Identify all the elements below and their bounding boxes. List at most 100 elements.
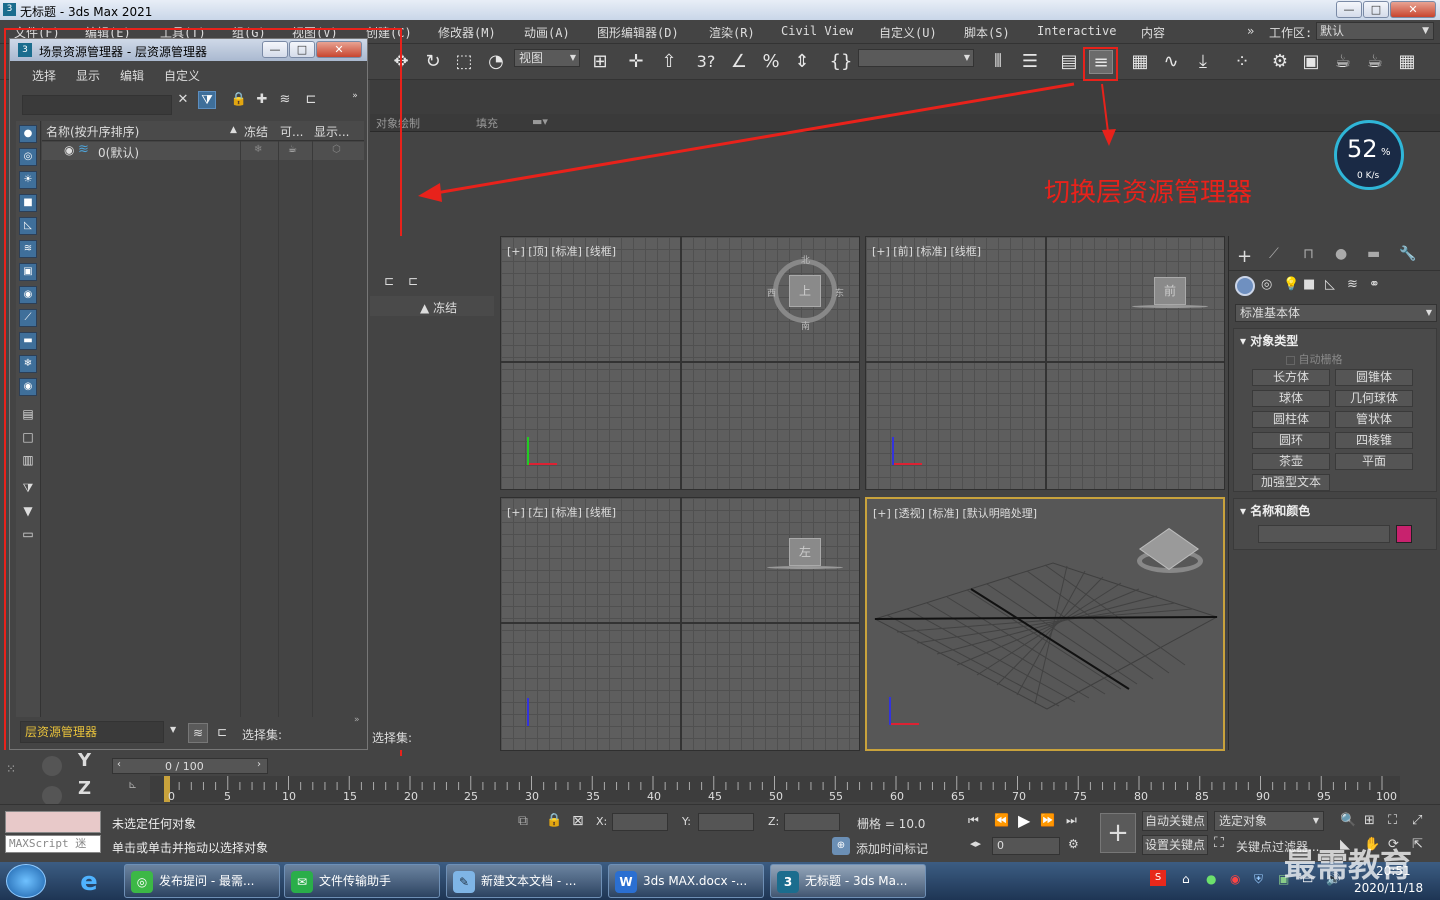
explorer-menu-edit[interactable]: 编辑: [120, 67, 144, 84]
spacewarps-icon[interactable]: ≋: [1347, 277, 1358, 292]
chevron-right-icon[interactable]: »: [1247, 24, 1254, 38]
filter-xrefs-icon[interactable]: ◉: [19, 286, 37, 304]
play-icon[interactable]: ▶: [1018, 811, 1030, 830]
viewport-perspective[interactable]: [+] [透视] [标准] [默认明暗处理]: [865, 497, 1225, 751]
name-color-title[interactable]: ▾ 名称和颜色: [1240, 502, 1310, 519]
isolate-icon[interactable]: ⧉: [518, 813, 528, 829]
utilities-tab-icon[interactable]: 🔧: [1399, 246, 1416, 262]
menu-graph-editors[interactable]: 图形编辑器(D): [597, 24, 679, 41]
teapot-button[interactable]: 茶壶: [1252, 453, 1330, 470]
explorer-close-button[interactable]: ✕: [316, 41, 362, 58]
maxscript-listener-input[interactable]: [5, 811, 101, 833]
absolute-mode-icon[interactable]: ⊠: [572, 813, 584, 829]
curve-editor-icon[interactable]: ∿: [1159, 50, 1183, 74]
time-config-icon[interactable]: ⚙: [1068, 837, 1079, 851]
explorer-menu-display[interactable]: 显示: [76, 67, 100, 84]
schematic-view-icon[interactable]: ⤓: [1191, 50, 1215, 74]
zoom-extents-icon[interactable]: ⛶: [1388, 813, 1397, 828]
viewport-label[interactable]: [+] [前] [标准] [线框]: [872, 243, 981, 259]
layer-name[interactable]: 0(默认): [98, 144, 139, 161]
explorer-search-input[interactable]: [22, 95, 172, 115]
sogou-ime-icon[interactable]: S: [1150, 870, 1166, 886]
menu-rendering[interactable]: 渲染(R): [709, 24, 755, 41]
render-setup-icon[interactable]: ⚙: [1268, 50, 1292, 74]
render-production-icon[interactable]: ☕: [1363, 50, 1387, 74]
explorer-menu-select[interactable]: 选择: [32, 67, 56, 84]
viewcube[interactable]: 上: [789, 275, 821, 307]
hierarchy-icon[interactable]: ⊏: [302, 91, 320, 109]
filter-helpers-icon[interactable]: ◺: [19, 217, 37, 235]
scale-icon[interactable]: ⬚: [452, 50, 476, 74]
explorer-minimize-button[interactable]: —: [262, 41, 288, 58]
tray-wechat-icon[interactable]: ●: [1206, 872, 1216, 886]
layout-dots-icon[interactable]: ⁙: [6, 762, 16, 776]
zoom-icon[interactable]: 🔍: [1340, 813, 1356, 828]
sphere-button[interactable]: 球体: [1252, 390, 1330, 407]
more-chevron-icon[interactable]: »: [354, 715, 360, 725]
render-online-icon[interactable]: ▦: [1395, 50, 1419, 74]
key-mode-icon[interactable]: ◂▸: [970, 837, 981, 850]
viewport-nav-icon[interactable]: [42, 756, 62, 776]
ribbon-icon[interactable]: ▦: [1128, 50, 1152, 74]
place-icon[interactable]: ◔: [484, 50, 508, 74]
next-frame-icon[interactable]: ⏩: [1040, 813, 1055, 827]
taskbar-item-wechat[interactable]: ✉ 文件传输助手: [284, 864, 440, 898]
scene-hierarchy-icon[interactable]: ⊏: [212, 723, 232, 743]
filter-spacewarps-icon[interactable]: ≋: [19, 240, 37, 258]
create-tab-icon[interactable]: +: [1237, 246, 1252, 267]
viewcube[interactable]: 前: [1154, 277, 1186, 305]
named-selection-dropdown[interactable]: ▼: [858, 49, 974, 67]
column-name-header[interactable]: 名称(按升序排序): [46, 123, 139, 140]
explorer-maximize-button[interactable]: □: [289, 41, 315, 58]
tray-security-icon[interactable]: ◉: [1230, 872, 1240, 886]
display-invert-icon[interactable]: ▥: [19, 451, 37, 469]
modify-tab-icon[interactable]: ⟋: [1269, 246, 1279, 262]
viewport-nav-icon[interactable]: [42, 786, 62, 806]
time-tag-icon[interactable]: ⊕: [832, 837, 850, 855]
taskbar-item-3dsmax[interactable]: 3 无标题 - 3ds Ma...: [770, 864, 926, 898]
spinner-snap-icon[interactable]: ⇕: [790, 50, 814, 74]
object-name-input[interactable]: [1258, 525, 1390, 543]
viewport-top[interactable]: [+] [顶] [标准] [线框] 上 北 南 西 东: [500, 236, 860, 490]
reference-coord-dropdown[interactable]: 视图 ▼: [514, 49, 580, 67]
keyboard-shortcut-icon[interactable]: ⇧: [657, 50, 681, 74]
visibility-eye-icon[interactable]: ◉: [64, 143, 74, 157]
frozen-column-header[interactable]: ▲ 冻结: [420, 299, 457, 316]
lock-icon[interactable]: 🔒: [230, 91, 248, 109]
taskbar-item-word[interactable]: W 3ds MAX.docx -...: [608, 864, 764, 898]
chevron-down-icon[interactable]: ▼: [170, 725, 176, 734]
display-none-icon[interactable]: □: [19, 428, 37, 446]
time-slider-next-icon[interactable]: ›: [257, 759, 261, 770]
object-type-title[interactable]: ▾ 对象类型: [1240, 332, 1298, 349]
coord-z-input[interactable]: [784, 813, 840, 831]
filter-shapes-icon[interactable]: ◎: [19, 148, 37, 166]
pyramid-button[interactable]: 四棱锥: [1335, 432, 1413, 449]
filter-groups-icon[interactable]: ▣: [19, 263, 37, 281]
close-button[interactable]: ✕: [1390, 1, 1436, 18]
explorer-type-dropdown[interactable]: 层资源管理器: [20, 721, 164, 743]
key-target-dropdown[interactable]: 选定对象 ▼: [1214, 811, 1324, 831]
maxscript-mini-listener[interactable]: MAXScript 迷: [5, 835, 101, 853]
menu-animation[interactable]: 动画(A): [524, 24, 570, 41]
display-all-icon[interactable]: ▤: [19, 405, 37, 423]
angle-snap-icon[interactable]: ∠: [727, 50, 751, 74]
object-category-dropdown[interactable]: 标准基本体 ▼: [1235, 304, 1437, 322]
start-button[interactable]: [6, 864, 46, 898]
snap-3d-icon[interactable]: 3?: [694, 50, 718, 74]
tray-shield-icon[interactable]: ⛨: [1254, 872, 1263, 887]
column-renderable-header[interactable]: 可...: [280, 123, 303, 140]
viewcube[interactable]: 左: [789, 538, 821, 566]
zoom-extents-all-icon[interactable]: ⤢: [1412, 813, 1422, 828]
filter-frozen-icon[interactable]: ❄: [19, 355, 37, 373]
filter-funnel-icon[interactable]: ▼: [19, 502, 37, 520]
goto-start-icon[interactable]: ⏮: [968, 813, 979, 828]
object-color-swatch[interactable]: [1396, 525, 1412, 543]
clear-search-icon[interactable]: ✕: [174, 91, 192, 109]
shapes-icon[interactable]: ◎: [1261, 277, 1272, 292]
more-chevron-icon[interactable]: »: [346, 87, 364, 105]
geometry-icon[interactable]: [1235, 276, 1255, 296]
tube-button[interactable]: 管状体: [1335, 411, 1413, 428]
named-selection-icon[interactable]: {}: [829, 50, 853, 74]
lights-icon[interactable]: 💡: [1283, 277, 1299, 292]
column-frozen-header[interactable]: 冻结: [244, 123, 268, 140]
